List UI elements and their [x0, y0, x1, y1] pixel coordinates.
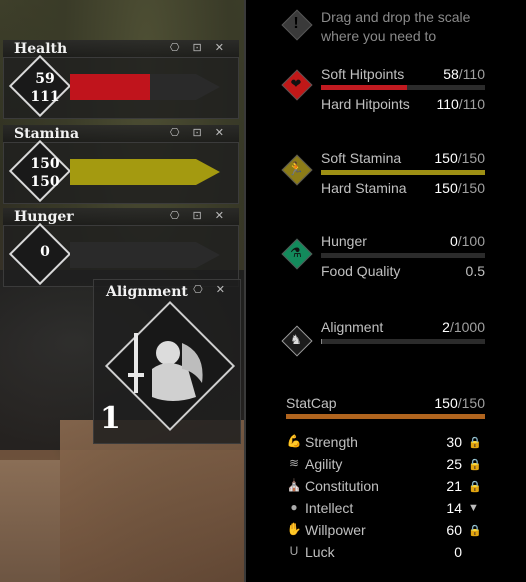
soft-hitpoints-value: 58/110 — [443, 66, 485, 82]
soft-stamina-label: Soft Stamina — [321, 150, 402, 166]
statcap-label: StatCap — [286, 395, 337, 411]
alignment-label: Alignment — [321, 319, 384, 335]
attribute-name: Luck — [305, 544, 335, 560]
dirt-terrain — [60, 420, 244, 582]
attribute-value: 21 — [446, 478, 462, 494]
widget-control-icons[interactable]: ⎔ ⊡ ✕ — [170, 41, 229, 54]
stamina-widget-body: 150 150 — [3, 139, 239, 204]
stamina-bar-panel — [321, 170, 485, 175]
soft-hitpoints-label: Soft Hitpoints — [321, 66, 405, 82]
attribute-value: 30 — [446, 434, 462, 450]
attribute-value: 14 — [446, 500, 462, 516]
hunger-widget[interactable]: Hunger ⎔ ⊡ ✕ 0 — [3, 208, 239, 287]
hard-stamina-label: Hard Stamina — [321, 180, 407, 196]
alignment-widget[interactable]: Alignment ⎔ ✕ 1 — [93, 279, 241, 444]
character-stats-panel: ! Drag and drop the scale where you need… — [244, 0, 526, 582]
lock-icon[interactable]: 🔒 — [468, 458, 482, 471]
hard-hitpoints-value: 110/110 — [436, 96, 485, 112]
food-quality-label: Food Quality — [321, 263, 401, 279]
hunger-bar-panel — [321, 253, 485, 258]
stamina-widget-header[interactable]: Stamina ⎔ ⊡ ✕ — [3, 125, 239, 142]
hitpoints-bar — [321, 85, 485, 90]
lock-icon[interactable]: 🔒 — [468, 524, 482, 537]
attribute-name: Intellect — [305, 500, 354, 516]
stamina-widget[interactable]: Stamina ⎔ ⊡ ✕ 150 150 — [3, 125, 239, 204]
attribute-name: Constitution — [305, 478, 379, 494]
attribute-value: 60 — [446, 522, 462, 538]
attribute-name: Agility — [305, 456, 343, 472]
health-bar-fill — [70, 74, 150, 100]
statcap-value: 150/150 — [434, 395, 485, 411]
heart-icon: ❤ — [290, 76, 302, 91]
hunger-bar — [70, 242, 220, 268]
health-widget-header[interactable]: Health ⎔ ⊡ ✕ — [3, 40, 239, 57]
hunger-label: Hunger — [321, 233, 367, 249]
hitpoints-bar-fill — [321, 85, 408, 90]
stamina-bar-fill — [70, 159, 220, 185]
hunger-widget-title: Hunger — [14, 209, 74, 225]
drag-hint-text: Drag and drop the scale where you need t… — [321, 9, 471, 44]
hard-stamina-value: 150/150 — [434, 180, 485, 196]
decrease-arrow-icon[interactable]: ▼ — [468, 502, 479, 514]
constitution-icon: ⛪ — [286, 478, 302, 492]
health-max: 111 — [30, 89, 60, 105]
stamina-widget-title: Stamina — [14, 126, 80, 142]
health-bar — [70, 74, 220, 100]
luck-icon: U — [289, 544, 299, 558]
stamina-max: 150 — [30, 174, 60, 190]
running-icon: 🏃 — [287, 161, 305, 176]
dirt-terrain-left — [0, 460, 60, 582]
alignment-panel-value: 2/1000 — [442, 319, 485, 335]
health-widget-body: 59 111 — [3, 54, 239, 119]
statcap-bar-fill — [286, 414, 485, 419]
willpower-icon: ✋ — [286, 522, 302, 536]
hunger-value: 0 — [40, 244, 50, 260]
hunger-widget-header[interactable]: Hunger ⎔ ⊡ ✕ — [3, 208, 239, 225]
stamina-current: 150 — [30, 156, 60, 172]
strength-icon: 💪 — [286, 434, 302, 448]
alignment-widget-control-icons[interactable]: ⎔ ✕ — [193, 283, 230, 296]
attribute-name: Willpower — [305, 522, 366, 538]
knight-emblem-icon — [128, 333, 203, 401]
lock-icon[interactable]: 🔒 — [468, 436, 482, 449]
agility-icon: ≋ — [288, 456, 300, 470]
hard-hitpoints-label: Hard Hitpoints — [321, 96, 410, 112]
knight-icon: ♞ — [290, 332, 302, 347]
soft-stamina-value: 150/150 — [434, 150, 485, 166]
stamina-bar-panel-fill — [321, 170, 485, 175]
attribute-name: Strength — [305, 434, 358, 450]
attribute-value: 25 — [446, 456, 462, 472]
hunger-widget-body: 0 — [3, 222, 239, 287]
exclamation-icon: ! — [293, 15, 299, 32]
lock-icon[interactable]: 🔒 — [468, 480, 482, 493]
hunger-panel-value: 0/100 — [449, 233, 485, 249]
food-quality-value: 0.5 — [465, 263, 485, 279]
statcap-bar — [286, 414, 485, 419]
health-widget[interactable]: Health ⎔ ⊡ ✕ 59 111 — [3, 40, 239, 119]
stamina-bar — [70, 159, 220, 185]
intellect-icon: ● — [290, 500, 298, 514]
health-current: 59 — [35, 71, 55, 87]
widget-control-icons[interactable]: ⎔ ⊡ ✕ — [170, 209, 229, 222]
alignment-widget-title: Alignment — [106, 284, 188, 300]
alignment-bar-panel — [321, 339, 485, 344]
widget-control-icons[interactable]: ⎔ ⊡ ✕ — [170, 126, 229, 139]
alignment-value: 1 — [100, 401, 121, 436]
attribute-value: 0 — [454, 544, 462, 560]
flask-icon: ⚗ — [290, 245, 302, 260]
